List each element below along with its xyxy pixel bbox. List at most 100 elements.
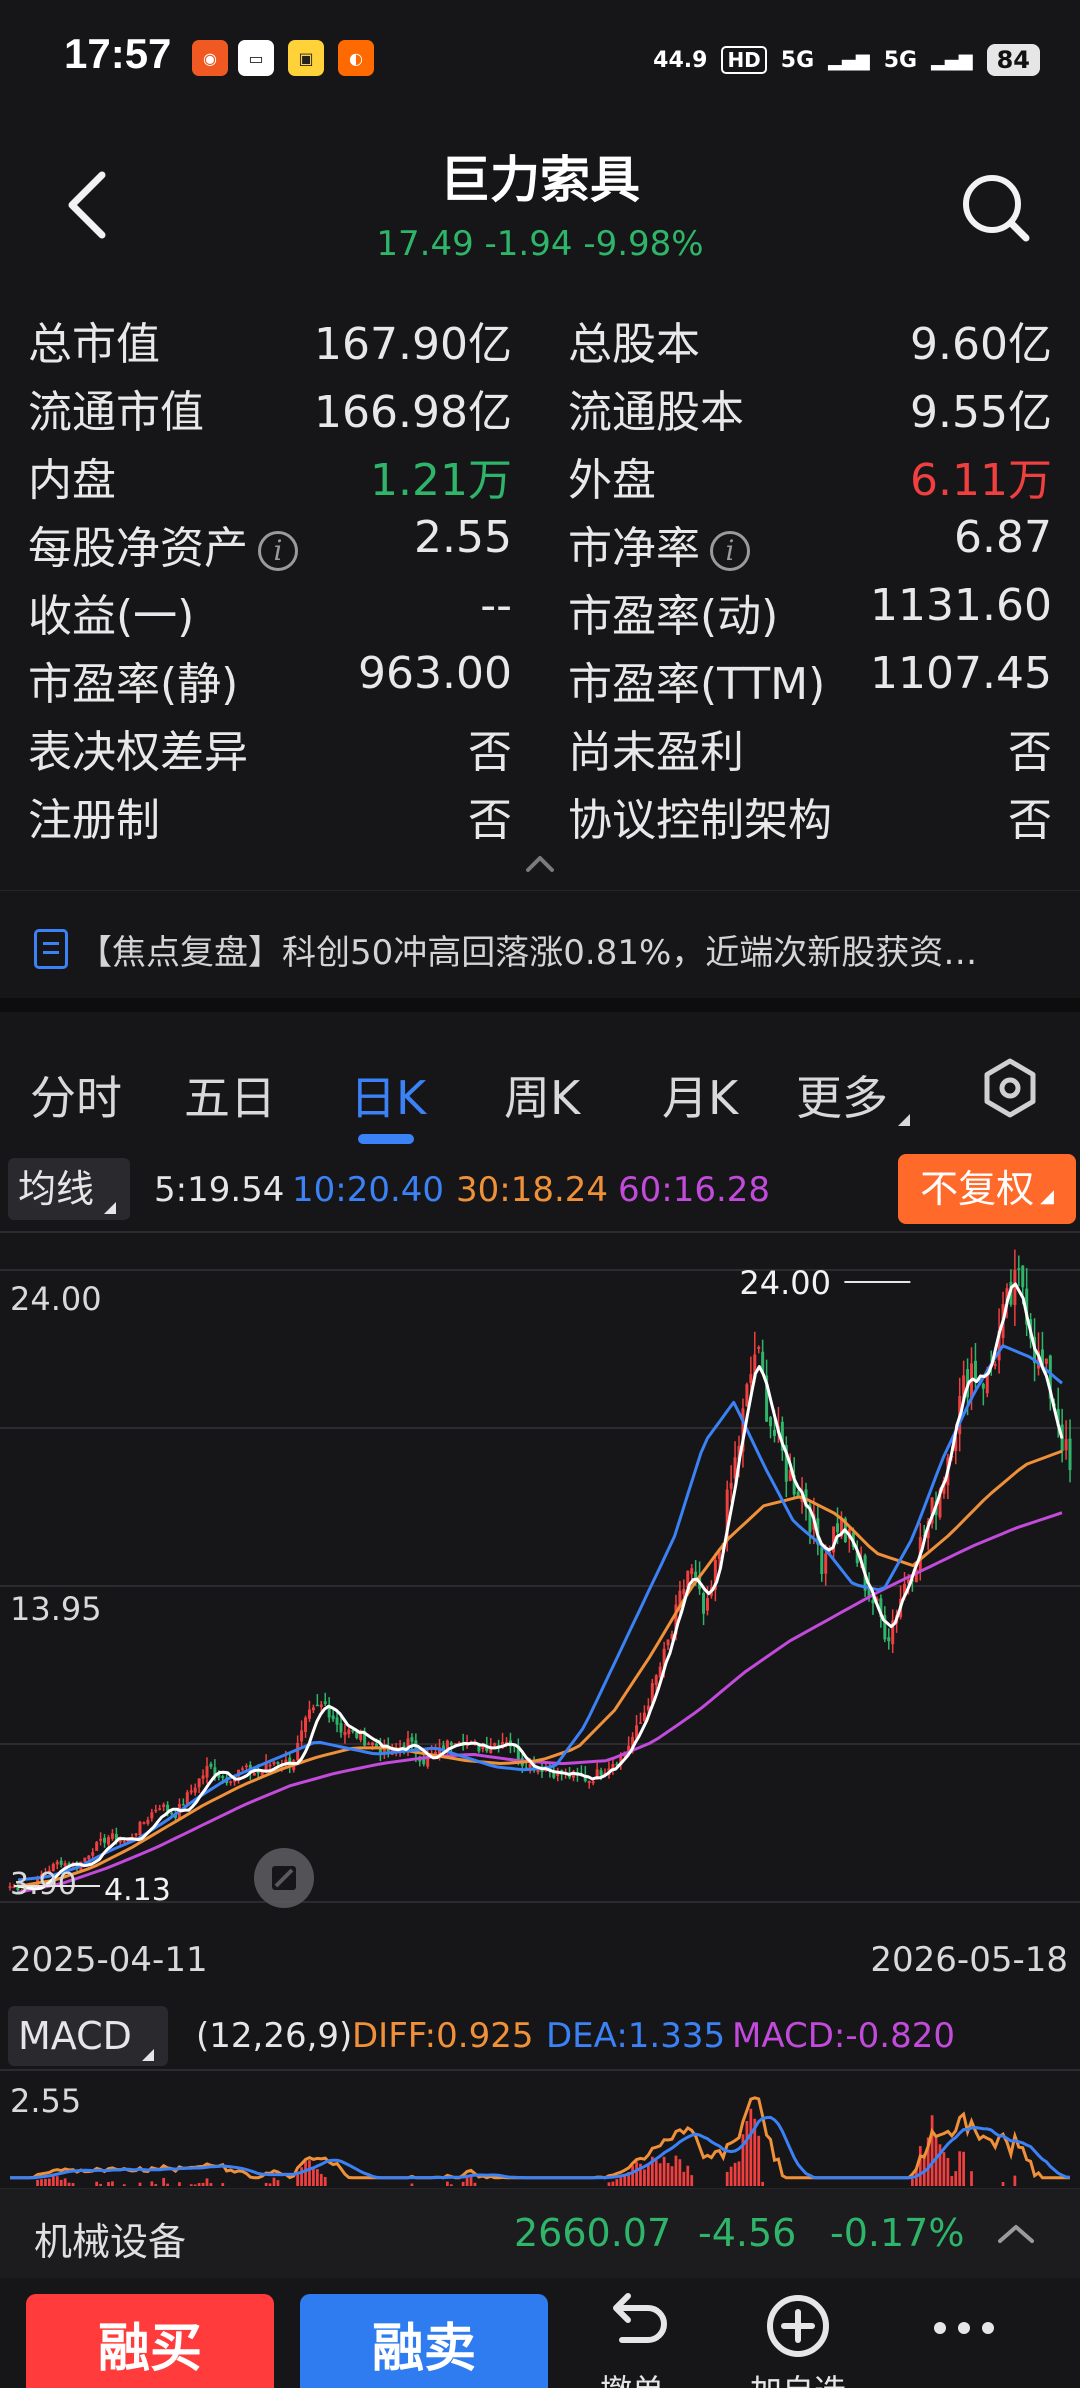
macd-bar	[55, 2176, 59, 2186]
macd-bar	[95, 2181, 99, 2186]
candle	[666, 1639, 670, 1650]
macd-bar	[473, 2182, 477, 2186]
telecom-app-icon: ◉	[192, 40, 228, 76]
add-watchlist-button[interactable]: 加自选	[748, 2286, 848, 2388]
ma10-value: 10:20.40	[292, 1170, 445, 1210]
info-icon[interactable]: i	[258, 531, 298, 571]
dropdown-corner-icon	[898, 1114, 910, 1126]
tab-weekly-k[interactable]: 周K	[504, 1062, 580, 1128]
collapse-chevron-up-icon[interactable]	[512, 848, 568, 878]
stat-value: 166.98亿	[314, 387, 512, 438]
stat-label: 市盈率(TTM)	[568, 659, 826, 710]
stat-label: 市盈率(静)	[28, 659, 239, 710]
macd-bar	[300, 2167, 303, 2186]
macd-bar	[635, 2161, 638, 2186]
stats-row: 内盘 1.21万 外盘 6.11万	[0, 436, 1080, 506]
candle	[327, 1697, 331, 1723]
sector-change: -4.56	[698, 2211, 797, 2255]
search-icon[interactable]	[956, 168, 1036, 248]
candle	[745, 1382, 749, 1407]
macd-y-label: 2.55	[10, 2082, 81, 2120]
macd-chart[interactable]: 2.55	[0, 2068, 1080, 2188]
macd-bar	[619, 2177, 623, 2186]
candle	[134, 1832, 138, 1838]
macd-value: MACD:-0.820	[732, 2016, 955, 2056]
macd-bar	[950, 2176, 954, 2186]
more-dots-svg	[934, 2322, 994, 2334]
macd-selector[interactable]: MACD	[8, 2006, 168, 2066]
sector-bar[interactable]: 机械设备 2660.07 -4.56 -0.17%	[0, 2188, 1080, 2278]
y-axis-label-bottom: 3.90	[10, 1867, 77, 1902]
macd-bar	[674, 2155, 678, 2186]
macd-bar	[59, 2179, 63, 2186]
candle	[465, 1734, 469, 1749]
margin-buy-button[interactable]: 融买	[26, 2294, 274, 2388]
tab-five-day[interactable]: 五日	[184, 1062, 276, 1128]
macd-bar	[658, 2163, 662, 2186]
candle	[638, 1712, 642, 1724]
stat-label: 市净率 i	[568, 512, 750, 576]
stat-label: 总股本	[568, 319, 700, 370]
document-icon	[34, 929, 68, 969]
plus-circle-icon	[767, 2295, 829, 2357]
stat-value: 否	[468, 727, 512, 778]
news-ticker[interactable]: 【焦点复盘】科创50冲高回落涨0.81%，近端次新股获资…	[0, 890, 1080, 1000]
macd-bar	[312, 2167, 315, 2186]
hexagon-settings-icon[interactable]	[978, 1056, 1042, 1120]
macd-bar	[1013, 2175, 1017, 2186]
candle	[315, 1694, 319, 1707]
macd-bar	[264, 2182, 268, 2186]
candle	[272, 1760, 276, 1767]
margin-sell-button[interactable]: 融卖	[300, 2294, 548, 2388]
more-dots-icon[interactable]	[914, 2286, 1014, 2388]
stat-label: 每股净资产 i	[28, 512, 298, 576]
info-icon[interactable]: i	[710, 531, 750, 571]
stat-value: 1107.45	[870, 648, 1052, 699]
macd-bar	[193, 2184, 197, 2186]
macd-bar	[461, 2181, 465, 2186]
candle	[642, 1705, 646, 1722]
adjust-toggle[interactable]: 不复权 ◢	[898, 1154, 1076, 1224]
y-axis-label-top: 24.00	[10, 1280, 102, 1318]
cancel-order-button[interactable]: 撤单	[582, 2286, 682, 2388]
stats-row: 总市值 167.90亿 总股本 9.60亿	[0, 300, 1080, 370]
section-divider	[0, 998, 1080, 1012]
macd-bar	[221, 2183, 225, 2186]
ma30-line	[17, 1449, 1063, 1888]
date-axis: 2025-04-11 2026-05-18	[0, 1920, 1080, 2004]
macd-params: (12,26,9)	[196, 2016, 353, 2056]
signal-5g-2: 5G	[883, 47, 918, 73]
candlestick-chart[interactable]: 24.00 13.95 3.90 24.00 4.13	[0, 1230, 1080, 1920]
candle	[331, 1709, 335, 1722]
chevron-up-icon[interactable]	[994, 2219, 1038, 2247]
ma-selector[interactable]: 均线	[8, 1158, 131, 1220]
macd-bar	[911, 2179, 914, 2186]
candle	[363, 1727, 367, 1747]
candle	[571, 1769, 575, 1782]
macd-bar	[410, 2183, 414, 2186]
macd-bar	[308, 2160, 311, 2186]
candle	[883, 1606, 887, 1643]
candle	[587, 1780, 591, 1789]
tab-monthly-k[interactable]: 月K	[662, 1062, 738, 1128]
macd-bar	[36, 2179, 39, 2186]
macd-bar	[205, 2178, 209, 2186]
macd-bar	[296, 2173, 300, 2186]
candle	[154, 1804, 158, 1813]
expand-diagonal-icon[interactable]	[252, 1846, 316, 1910]
candle	[311, 1704, 315, 1714]
candle	[162, 1802, 166, 1812]
candle	[560, 1769, 564, 1781]
candle	[59, 1857, 63, 1868]
macd-bar	[942, 2152, 946, 2186]
macd-bar	[63, 2178, 67, 2186]
ma30-value: 30:18.24	[456, 1170, 609, 1210]
macd-bar	[682, 2171, 686, 2186]
candle	[304, 1715, 308, 1738]
tab-daily-k[interactable]: 日K	[350, 1062, 426, 1128]
ma-indicator-row: 均线 5:19.54 10:20.40 30:18.24 60:16.28 不复…	[0, 1150, 1080, 1230]
macd-bar	[918, 2146, 922, 2186]
tab-more[interactable]: 更多	[796, 1062, 910, 1128]
tab-intraday[interactable]: 分时	[30, 1062, 122, 1128]
stat-label: 内盘	[28, 455, 116, 506]
